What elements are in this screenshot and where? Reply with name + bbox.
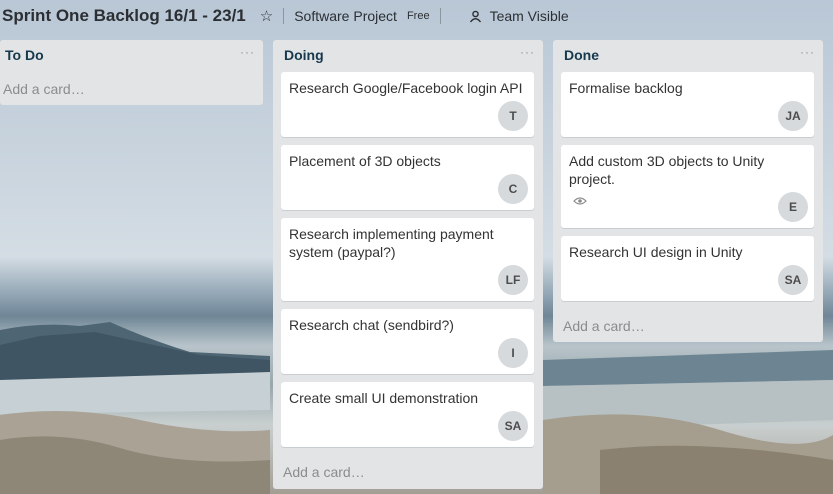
list-title[interactable]: To Do	[5, 47, 44, 63]
add-card-link[interactable]: Add a card…	[283, 464, 365, 480]
add-card-link[interactable]: Add a card…	[563, 318, 645, 334]
list-header: To Do ···	[0, 40, 263, 70]
list-done: Done ··· Formalise backlog JA Add custom…	[553, 40, 823, 342]
card-title: Research Google/Facebook login API	[289, 80, 523, 96]
team-icon	[469, 10, 481, 22]
visibility-button[interactable]: Team Visible	[490, 8, 569, 24]
member-avatar[interactable]: SA	[778, 265, 808, 295]
list-menu-icon[interactable]: ···	[800, 45, 815, 59]
list-menu-icon[interactable]: ···	[240, 45, 255, 59]
team-name-link[interactable]: Software Project	[294, 8, 397, 24]
card-title: Formalise backlog	[569, 80, 683, 96]
list-header: Doing ···	[273, 40, 543, 70]
card-title: Research UI design in Unity	[569, 244, 743, 260]
member-avatar[interactable]: T	[498, 101, 528, 131]
card-title: Create small UI demonstration	[289, 390, 479, 406]
card[interactable]: Placement of 3D objects C	[281, 145, 534, 210]
board-title[interactable]: Sprint One Backlog 16/1 - 23/1	[2, 6, 246, 26]
plan-badge: Free	[406, 10, 430, 22]
list-title[interactable]: Doing	[284, 47, 324, 63]
list-menu-icon[interactable]: ···	[520, 45, 535, 59]
card[interactable]: Create small UI demonstration SA	[281, 382, 534, 447]
list-title[interactable]: Done	[564, 47, 599, 63]
card[interactable]: Research UI design in Unity SA	[561, 236, 814, 301]
member-avatar[interactable]: C	[498, 174, 528, 204]
eye-icon	[573, 197, 587, 205]
card[interactable]: Research Google/Facebook login API T	[281, 72, 534, 137]
card-title: Placement of 3D objects	[289, 153, 441, 169]
card-title: Research implementing payment system (pa…	[289, 226, 494, 260]
list-to-do: To Do ··· Add a card…	[0, 40, 263, 105]
list-doing: Doing ··· Research Google/Facebook login…	[273, 40, 543, 489]
card[interactable]: Research chat (sendbird?) I	[281, 309, 534, 374]
member-avatar[interactable]: JA	[778, 101, 808, 131]
card-title: Add custom 3D objects to Unity project.	[569, 153, 765, 187]
add-card-link[interactable]: Add a card…	[3, 81, 85, 97]
card[interactable]: Add custom 3D objects to Unity project. …	[561, 145, 814, 228]
board-header: Sprint One Backlog 16/1 - 23/1 ☆ Softwar…	[0, 0, 833, 32]
member-avatar[interactable]: LF	[498, 265, 528, 295]
card-title: Research chat (sendbird?)	[289, 317, 454, 333]
header-divider	[283, 8, 285, 24]
star-icon[interactable]: ☆	[260, 7, 273, 25]
card[interactable]: Formalise backlog JA	[561, 72, 814, 137]
card[interactable]: Research implementing payment system (pa…	[281, 218, 534, 301]
member-avatar[interactable]: I	[498, 338, 528, 368]
member-avatar[interactable]: SA	[498, 411, 528, 441]
list-header: Done ···	[553, 40, 823, 70]
member-avatar[interactable]: E	[778, 192, 808, 222]
header-divider	[439, 8, 441, 24]
